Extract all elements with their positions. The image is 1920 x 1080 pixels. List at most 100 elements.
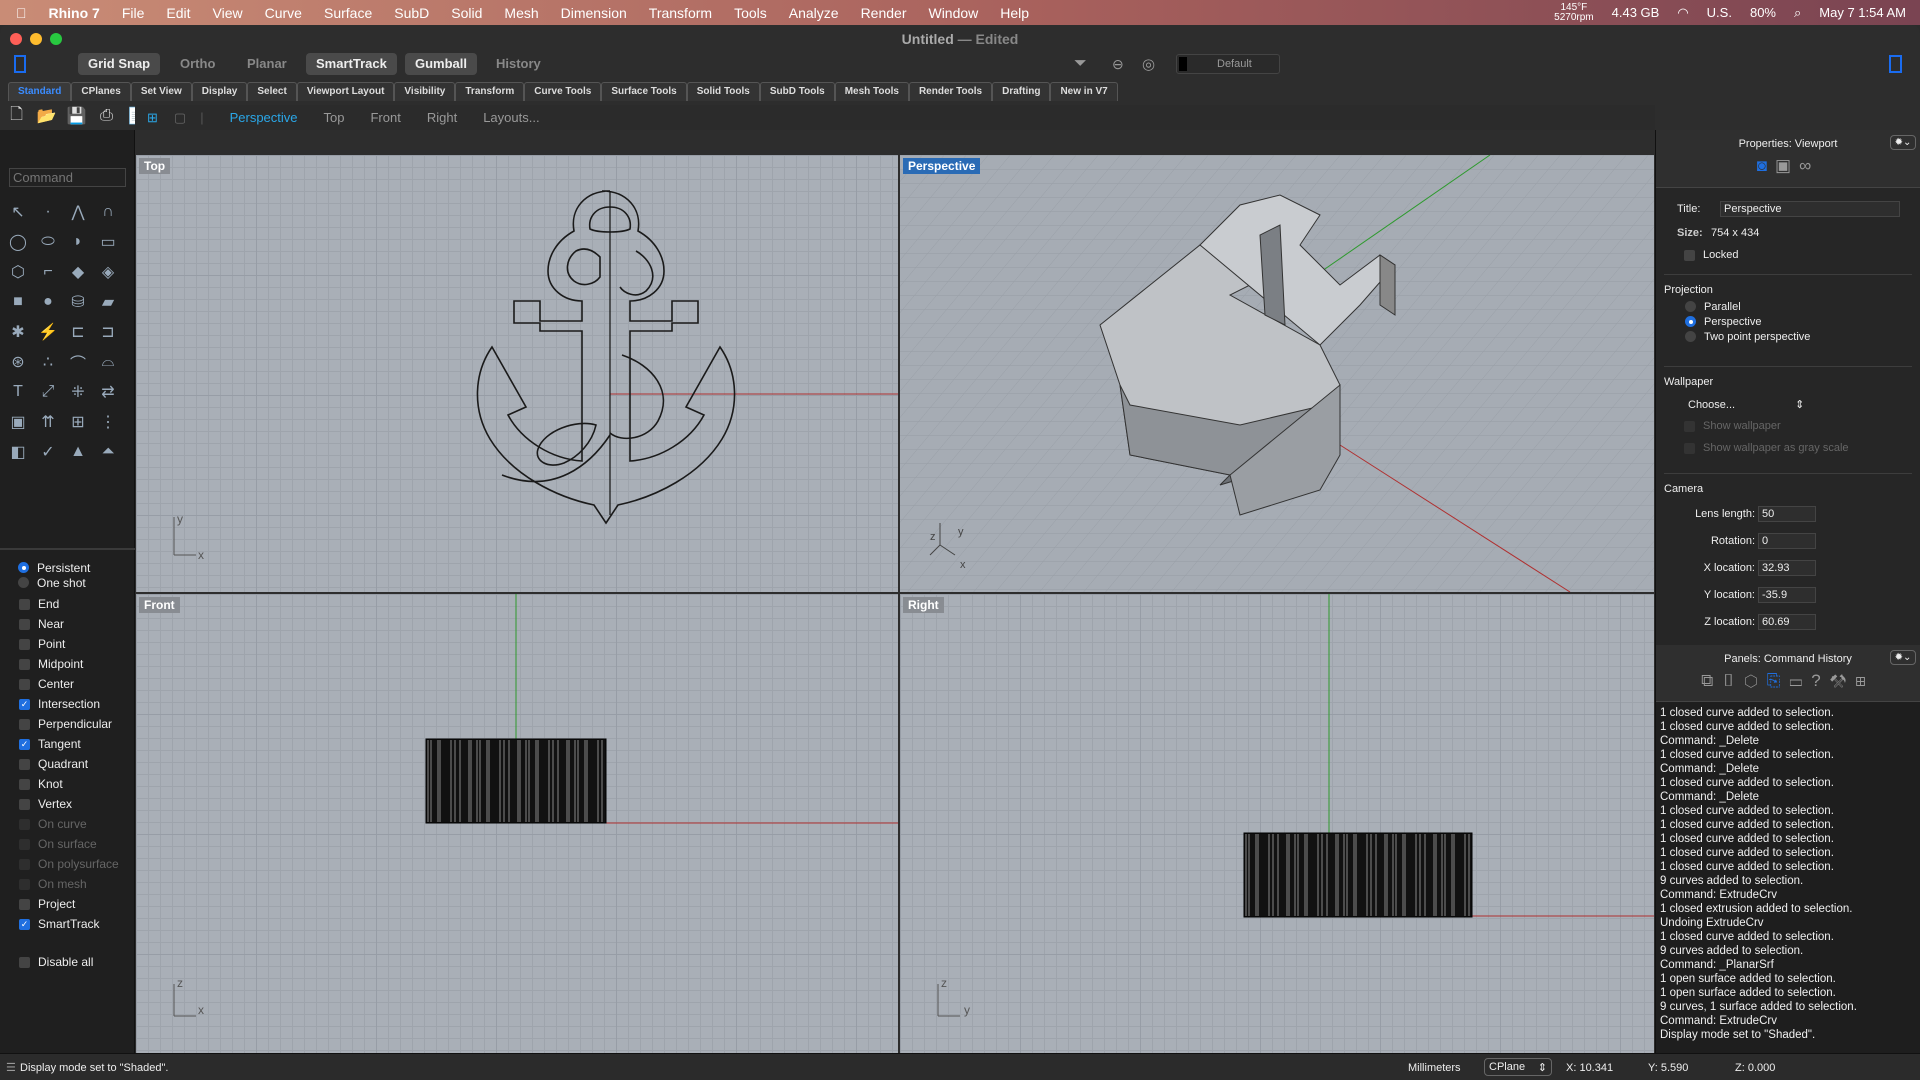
toolbar-tab-viewport-layout[interactable]: Viewport Layout bbox=[296, 82, 395, 101]
lens-field[interactable]: 50 bbox=[1758, 506, 1816, 522]
osnap-smarttrack[interactable]: ✓ SmartTrack bbox=[0, 914, 135, 934]
tools-icon[interactable]: ⚒ bbox=[1830, 671, 1855, 690]
show-wallpaper-checkbox[interactable]: Show wallpaper bbox=[1684, 420, 1781, 432]
fillet-tool-icon[interactable]: ⌐ bbox=[34, 260, 62, 284]
save-icon[interactable]: 💾 bbox=[64, 105, 89, 127]
viewport-title-top[interactable]: Top bbox=[139, 158, 171, 174]
four-view-icon[interactable]: ⊞ bbox=[147, 110, 158, 126]
osnap-disable-all[interactable]: Disable all bbox=[0, 952, 135, 972]
osnap-intersection[interactable]: ✓ Intersection bbox=[0, 694, 135, 714]
shapes-tool-icon[interactable]: ▲ bbox=[64, 440, 92, 464]
surface-tool-icon[interactable]: ◆ bbox=[64, 260, 92, 284]
link-icon[interactable]: ∞ bbox=[1799, 156, 1819, 175]
single-view-icon[interactable]: ▢ bbox=[174, 110, 186, 126]
gumball-toggle[interactable]: Gumball bbox=[405, 53, 478, 75]
rotation-field[interactable]: 0 bbox=[1758, 533, 1816, 549]
gear-icon[interactable]: ✹⌄ bbox=[1890, 650, 1916, 665]
toolbar-tab-set-view[interactable]: Set View bbox=[130, 82, 192, 101]
menu-app[interactable]: Rhino 7 bbox=[49, 5, 100, 21]
new-icon[interactable]: 🗋 bbox=[4, 105, 29, 127]
offset-tool-icon[interactable]: ⌒ bbox=[64, 350, 92, 374]
boolean-tool-icon[interactable]: ⚡ bbox=[34, 320, 62, 344]
locked-checkbox[interactable]: Locked bbox=[1684, 249, 1738, 261]
toolbar-tab-display[interactable]: Display bbox=[191, 82, 248, 101]
planar-toggle[interactable]: Planar bbox=[237, 53, 297, 75]
ungroup-tool-icon[interactable]: ∴ bbox=[34, 350, 62, 374]
print-icon[interactable]: ⎙ bbox=[94, 105, 119, 127]
layer-selector[interactable]: Default bbox=[1176, 54, 1280, 74]
scale-tool-icon[interactable]: ⤢ bbox=[34, 380, 62, 404]
osnap-on-curve[interactable]: On curve bbox=[0, 814, 135, 834]
sweep-tool-icon[interactable]: ◈ bbox=[94, 260, 122, 284]
mirror-tool-icon[interactable]: ⇄ bbox=[94, 380, 122, 404]
solid-edit-tool-icon[interactable]: ▣ bbox=[4, 410, 32, 434]
osnap-center[interactable]: Center bbox=[0, 674, 135, 694]
help-icon[interactable]: ? bbox=[1811, 671, 1829, 690]
viewport-right[interactable]: z y Right bbox=[900, 594, 1654, 1053]
osnap-midpoint[interactable]: Midpoint bbox=[0, 654, 135, 674]
cylinder-tool-icon[interactable]: ⛁ bbox=[64, 290, 92, 314]
osnap-near[interactable]: Near bbox=[0, 614, 135, 634]
menu-tools[interactable]: Tools bbox=[734, 5, 767, 21]
trim-tool-icon[interactable]: ⊐ bbox=[94, 320, 122, 344]
object-icon[interactable]: ⬡ bbox=[1744, 671, 1767, 690]
curve-tool-icon[interactable]: ∩ bbox=[94, 200, 122, 224]
circle-tool-icon[interactable]: ◯ bbox=[4, 230, 32, 254]
menu-transform[interactable]: Transform bbox=[649, 5, 712, 21]
menu-view[interactable]: View bbox=[213, 5, 243, 21]
osnap-project[interactable]: Project bbox=[0, 894, 135, 914]
battery-status[interactable]: 80% bbox=[1750, 5, 1776, 20]
explode-tool-icon[interactable]: ✱ bbox=[4, 320, 32, 344]
point-tool-icon[interactable]: · bbox=[34, 200, 62, 224]
join-tool-icon[interactable]: ⋮ bbox=[94, 410, 122, 434]
scroll-icon[interactable]: ⎘ bbox=[1767, 671, 1790, 690]
osnap-on-polysurface[interactable]: On polysurface bbox=[0, 854, 135, 874]
command-input[interactable] bbox=[9, 168, 126, 187]
gray-scale-checkbox[interactable]: Show wallpaper as gray scale bbox=[1684, 442, 1849, 454]
toolbar-tab-solid-tools[interactable]: Solid Tools bbox=[686, 82, 760, 101]
menu-dimension[interactable]: Dimension bbox=[561, 5, 627, 21]
group-tool-icon[interactable]: ⊛ bbox=[4, 350, 32, 374]
toolbar-tab-mesh-tools[interactable]: Mesh Tools bbox=[834, 82, 909, 101]
units-label[interactable]: Millimeters bbox=[1408, 1062, 1461, 1074]
osnap-on-surface[interactable]: On surface bbox=[0, 834, 135, 854]
viewport-title-perspective[interactable]: Perspective bbox=[903, 158, 981, 174]
x-location-field[interactable]: 32.93 bbox=[1758, 560, 1816, 576]
select-tool-icon[interactable]: ↖ bbox=[4, 200, 32, 224]
toolbar-tab-cplanes[interactable]: CPlanes bbox=[71, 82, 131, 101]
polygon-tool-icon[interactable]: ⬡ bbox=[4, 260, 32, 284]
extrude-tool-icon[interactable]: ⇈ bbox=[34, 410, 62, 434]
viewport-title-front[interactable]: Front bbox=[139, 597, 180, 613]
osnap-one-shot[interactable]: One shot bbox=[0, 575, 135, 590]
fillet-edge-tool-icon[interactable]: ⌓ bbox=[94, 350, 122, 374]
list-icon[interactable]: ☰ bbox=[6, 1061, 16, 1074]
viewport-tab-right[interactable]: Right bbox=[427, 110, 457, 125]
gear-icon[interactable]: ✹⌄ bbox=[1890, 135, 1916, 150]
toolbar-tab-new-in-v7[interactable]: New in V7 bbox=[1050, 82, 1118, 101]
viewport-top[interactable]: y x Top bbox=[136, 155, 898, 592]
osnap-vertex[interactable]: Vertex bbox=[0, 794, 135, 814]
y-location-field[interactable]: -35.9 bbox=[1758, 587, 1816, 603]
box-tool-icon[interactable]: ■ bbox=[4, 290, 32, 314]
camera-icon[interactable]: ◙ bbox=[1757, 156, 1775, 175]
projection-two-point-perspective[interactable]: Two point perspective bbox=[1685, 329, 1810, 344]
history-text[interactable]: 1 closed curve added to selection. 1 clos… bbox=[1660, 702, 1857, 1042]
z-location-field[interactable]: 60.69 bbox=[1758, 614, 1816, 630]
viewport-tab-layouts[interactable]: Layouts... bbox=[483, 110, 539, 125]
grid-tool-icon[interactable]: ⊞ bbox=[64, 410, 92, 434]
menu-render[interactable]: Render bbox=[861, 5, 907, 21]
record-icon[interactable]: ◎ bbox=[1142, 55, 1155, 73]
toolbar-tab-surface-tools[interactable]: Surface Tools bbox=[601, 82, 687, 101]
document-icon[interactable]: ▯ bbox=[1722, 671, 1744, 690]
osnap-knot[interactable]: Knot bbox=[0, 774, 135, 794]
history-toggle[interactable]: History bbox=[486, 53, 551, 75]
menu-curve[interactable]: Curve bbox=[265, 5, 302, 21]
osnap-tangent[interactable]: ✓ Tangent bbox=[0, 734, 135, 754]
cplane-select[interactable]: CPlane ⇕ bbox=[1484, 1058, 1552, 1076]
temp-readout[interactable]: 145°F 5270rpm bbox=[1554, 2, 1593, 23]
viewport-title-right[interactable]: Right bbox=[903, 597, 944, 613]
filter-icon[interactable]: ⏷ bbox=[1074, 55, 1087, 73]
viewport-tab-top[interactable]: Top bbox=[324, 110, 345, 125]
clock[interactable]: May 7 1:54 AM bbox=[1819, 5, 1906, 20]
menu-analyze[interactable]: Analyze bbox=[789, 5, 839, 21]
